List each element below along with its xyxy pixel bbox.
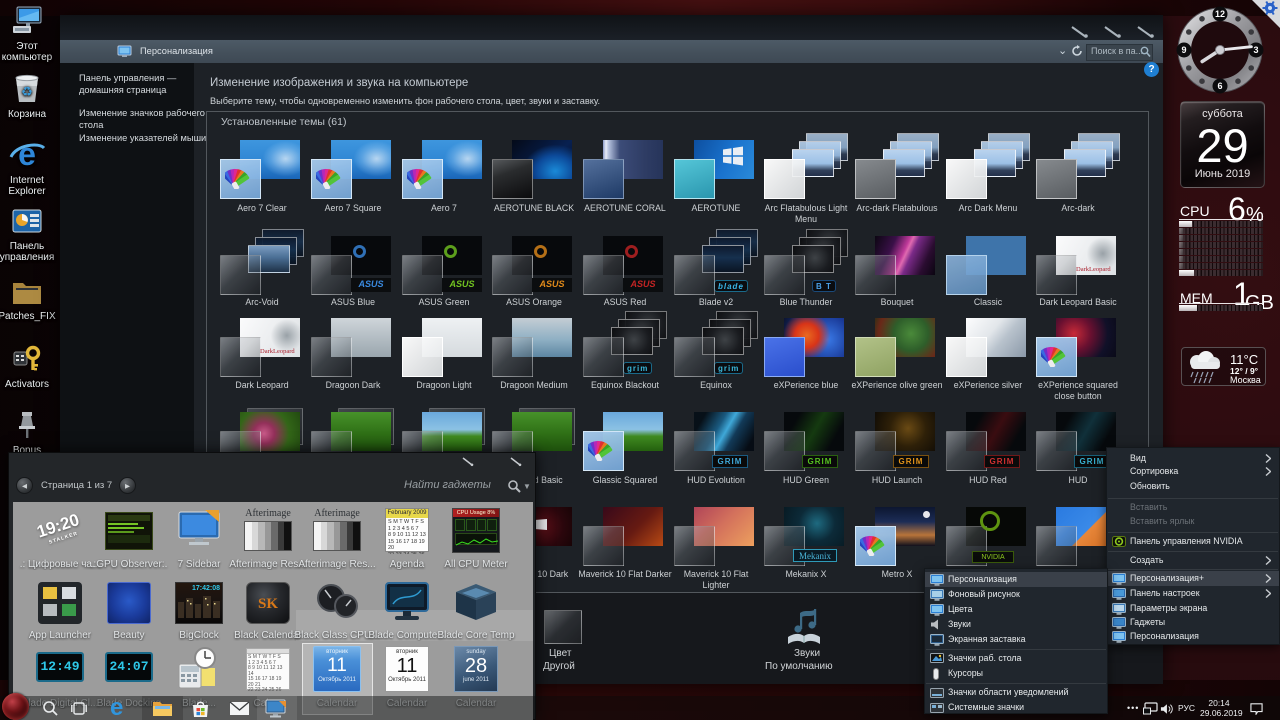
svg-text:6: 6 xyxy=(1217,81,1222,91)
svg-text:9: 9 xyxy=(1181,45,1186,55)
svg-text:3: 3 xyxy=(1253,45,1258,55)
svg-text:♻: ♻ xyxy=(21,84,33,99)
svg-text:12: 12 xyxy=(1215,9,1225,19)
svg-text:e: e xyxy=(18,138,36,170)
